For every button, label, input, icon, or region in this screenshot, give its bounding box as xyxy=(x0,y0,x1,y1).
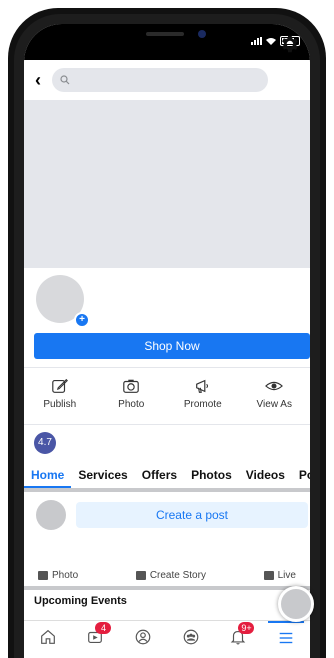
nav-home[interactable] xyxy=(30,622,66,652)
front-camera xyxy=(198,30,206,38)
tab-photos[interactable]: Photos xyxy=(184,464,239,488)
back-icon[interactable]: ‹ xyxy=(24,70,52,91)
camera-icon xyxy=(123,379,140,393)
publish-button[interactable]: Publish xyxy=(25,377,95,413)
section-separator xyxy=(24,586,310,590)
photo-button[interactable]: Photo xyxy=(96,377,166,413)
tab-offers[interactable]: Offers xyxy=(135,464,184,488)
create-post-button[interactable]: Create a post xyxy=(76,502,308,528)
view-as-button[interactable]: View As xyxy=(239,377,309,413)
nav-profile[interactable] xyxy=(125,622,161,652)
composer-avatar xyxy=(36,500,66,530)
profile-icon xyxy=(135,629,151,645)
nav-video[interactable]: 4 xyxy=(77,622,113,652)
create-story-button[interactable]: Create Story xyxy=(135,566,206,584)
tab-services[interactable]: Services xyxy=(71,464,134,488)
post-composer: Create a post xyxy=(24,492,310,532)
story-icon xyxy=(135,570,146,580)
rating-badge[interactable]: 4.7 xyxy=(34,432,56,454)
search-input[interactable] xyxy=(52,68,268,92)
composer-photo-label: Photo xyxy=(52,569,79,581)
groups-icon xyxy=(183,629,199,645)
page-tabs: Home Services Offers Photos Videos Post xyxy=(24,464,310,488)
bottom-nav: 4 9+ xyxy=(24,620,310,653)
video-badge: 4 xyxy=(95,622,112,634)
tab-home[interactable]: Home xyxy=(24,464,72,488)
divider xyxy=(24,367,310,368)
phone-frame: ‹ + Shop Now Publish Photo Promote View … xyxy=(8,8,326,658)
megaphone-icon xyxy=(195,379,208,393)
promote-button[interactable]: Promote xyxy=(168,377,238,413)
home-icon xyxy=(40,629,55,644)
nav-notifications[interactable]: 9+ xyxy=(220,622,256,652)
search-row: ‹ xyxy=(24,60,310,100)
search-icon xyxy=(60,75,70,85)
signal-icon xyxy=(251,37,262,45)
floating-action-button[interactable] xyxy=(278,586,314,622)
nav-menu[interactable] xyxy=(268,621,305,653)
cover-photo[interactable] xyxy=(24,100,310,268)
eye-icon xyxy=(265,381,284,391)
speaker xyxy=(146,32,184,36)
quick-actions: Publish Photo Promote View As xyxy=(24,377,310,413)
gear-icon[interactable] xyxy=(278,33,300,55)
view-as-label: View As xyxy=(256,399,292,410)
tab-posts[interactable]: Post xyxy=(292,464,310,488)
edit-icon xyxy=(51,378,68,393)
menu-icon xyxy=(279,632,293,644)
screen: ‹ + Shop Now Publish Photo Promote View … xyxy=(24,24,310,658)
photo-icon xyxy=(38,570,48,580)
divider xyxy=(24,424,310,425)
create-story-label: Create Story xyxy=(149,569,206,581)
upcoming-events-heading: Upcoming Events xyxy=(34,595,127,607)
live-label: Live xyxy=(277,569,296,581)
composer-photo-button[interactable]: Photo xyxy=(38,566,78,584)
live-icon xyxy=(263,570,274,580)
promote-label: Promote xyxy=(183,399,222,410)
shop-now-button[interactable]: Shop Now xyxy=(34,333,310,359)
nav-groups[interactable] xyxy=(173,622,209,652)
add-photo-icon[interactable]: + xyxy=(74,312,90,328)
publish-label: Publish xyxy=(43,399,77,410)
composer-actions: Photo Create Story Live xyxy=(24,566,310,584)
tab-videos[interactable]: Videos xyxy=(239,464,292,488)
live-button[interactable]: Live xyxy=(263,566,296,584)
wifi-icon xyxy=(266,38,276,45)
notifications-badge: 9+ xyxy=(238,622,255,634)
photo-label: Photo xyxy=(118,399,145,410)
notch xyxy=(98,24,236,56)
phone-bezel: ‹ + Shop Now Publish Photo Promote View … xyxy=(14,14,320,658)
